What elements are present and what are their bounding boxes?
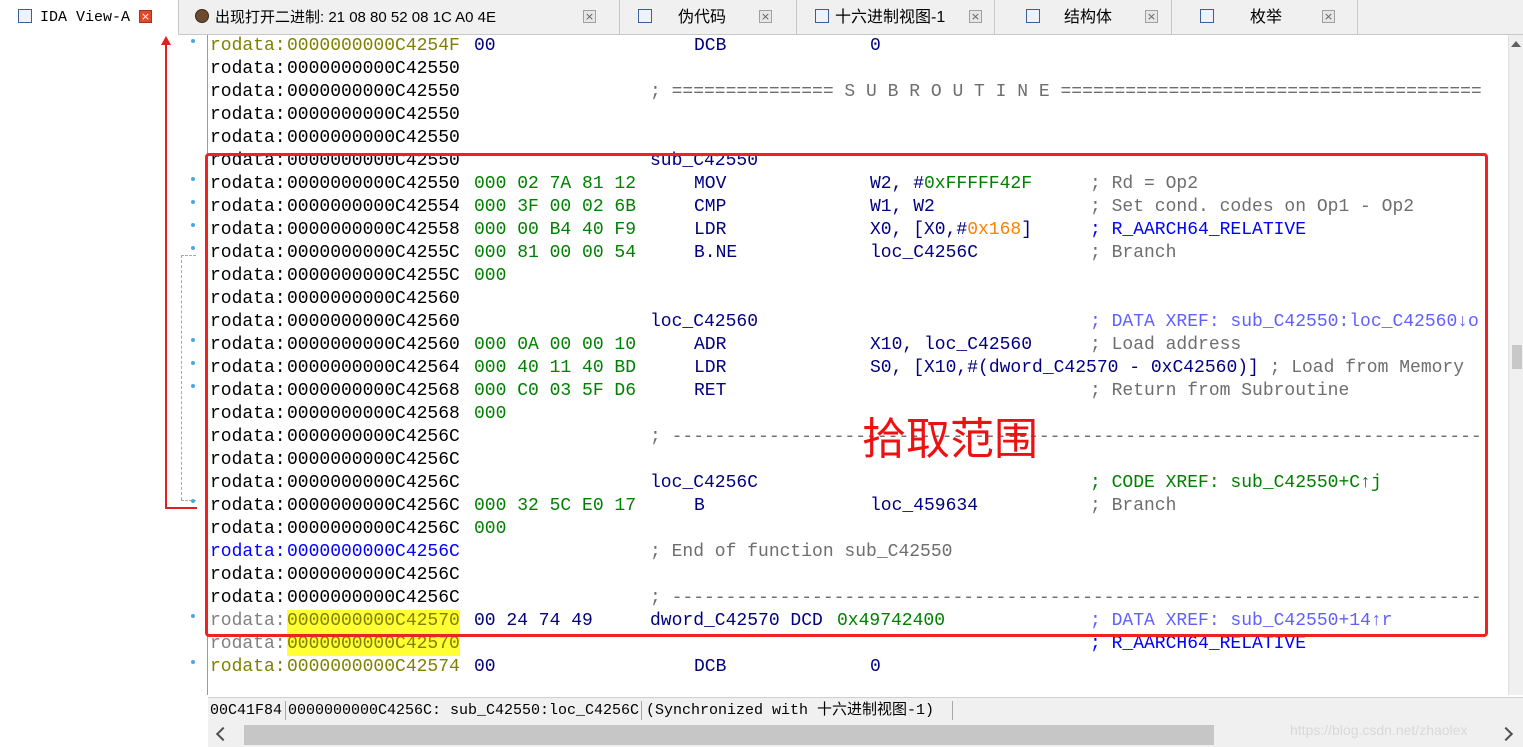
vertical-scrollbar[interactable] xyxy=(1508,35,1523,695)
line-marker-dot xyxy=(191,361,195,365)
selection-highlight-box xyxy=(205,153,1488,637)
tab-enums[interactable]: 枚举 × xyxy=(1182,0,1358,34)
close-icon[interactable]: × xyxy=(1145,10,1158,23)
red-jump-arrow xyxy=(165,507,197,509)
close-icon[interactable]: × xyxy=(1322,10,1335,23)
tab-label: 出现打开二进制: 21 08 80 52 08 1C A0 4E xyxy=(215,9,496,26)
disassembly-view-icon xyxy=(18,9,32,23)
flow-arrow-line xyxy=(181,255,182,500)
close-icon[interactable]: × xyxy=(583,10,596,23)
close-icon[interactable]: × xyxy=(969,10,982,23)
tab-ida-view-a[interactable]: IDA View-A × xyxy=(0,0,179,35)
tab-hex-search[interactable]: 出现打开二进制: 21 08 80 52 08 1C A0 4E × xyxy=(179,0,620,34)
pseudocode-icon xyxy=(638,9,652,23)
line-marker-dot xyxy=(191,200,195,204)
arrow-head-icon xyxy=(161,36,171,45)
tab-pseudocode[interactable]: 伪代码 × xyxy=(620,0,797,34)
line-marker-dot xyxy=(191,177,195,181)
hex-view-icon xyxy=(815,9,829,23)
status-bar: 00C41F84 0000000000C4256C: sub_C42550:lo… xyxy=(208,697,1523,723)
status-location: 0000000000C4256C: sub_C42550:loc_C4256C xyxy=(288,702,640,719)
segment-name: rodata: xyxy=(210,105,286,125)
tab-structures[interactable]: 结构体 × xyxy=(1008,0,1172,34)
arrows-pane xyxy=(0,35,208,695)
line-marker-dot xyxy=(191,338,195,342)
scrollbar-thumb[interactable] xyxy=(1512,345,1522,369)
status-separator xyxy=(641,701,642,720)
close-icon[interactable]: × xyxy=(759,10,772,23)
mnemonic: DCB xyxy=(694,36,727,56)
tab-label: 十六进制视图-1 xyxy=(835,9,946,26)
address: 0000000000C4254F xyxy=(287,36,460,56)
line-marker-dot xyxy=(191,246,195,250)
scroll-left-icon[interactable] xyxy=(215,726,231,742)
status-offset: 00C41F84 xyxy=(210,702,283,719)
scrollbar-thumb[interactable] xyxy=(244,725,1214,745)
operands: 0 xyxy=(870,657,881,677)
line-marker-dot xyxy=(191,614,195,618)
mnemonic: DCB xyxy=(694,657,727,677)
segment-name: rodata: xyxy=(210,657,286,677)
address: 0000000000C42550 xyxy=(287,128,460,148)
structures-icon xyxy=(1026,9,1040,23)
user-avatar-icon xyxy=(195,9,209,23)
tab-bar: IDA View-A × 出现打开二进制: 21 08 80 52 08 1C … xyxy=(0,0,1523,35)
opcode-bytes: 00 xyxy=(474,657,496,677)
tab-hex-view-1[interactable]: 十六进制视图-1 × xyxy=(797,0,995,34)
opcode-bytes: 00 xyxy=(474,36,496,56)
line-marker-dot xyxy=(191,660,195,664)
enums-icon xyxy=(1200,9,1214,23)
status-separator xyxy=(285,701,286,720)
segment-name: rodata: xyxy=(210,82,286,102)
segment-name: rodata: xyxy=(210,36,286,56)
red-jump-arrow xyxy=(165,44,167,509)
address: 0000000000C42550 xyxy=(287,105,460,125)
comment: ; =============== S U B R O U T I N E ==… xyxy=(650,82,1482,102)
operands: 0 xyxy=(870,36,881,56)
segment-name: rodata: xyxy=(210,59,286,79)
tab-label: 枚举 xyxy=(1250,9,1283,26)
scroll-up-icon[interactable] xyxy=(1511,41,1521,47)
address: 0000000000C42550 xyxy=(287,82,460,102)
segment-name: rodata: xyxy=(210,128,286,148)
annotation-text: 拾取范围 xyxy=(862,414,1038,465)
address: 0000000000C42550 xyxy=(287,59,460,79)
line-marker-dot xyxy=(191,39,195,43)
flow-arrow-line xyxy=(181,255,196,256)
tab-label: 伪代码 xyxy=(678,9,727,26)
tab-label: IDA View-A xyxy=(40,9,131,26)
address: 0000000000C42574 xyxy=(287,657,460,677)
line-marker-dot xyxy=(191,223,195,227)
status-separator xyxy=(952,701,953,720)
status-sync: (Synchronized with 十六进制视图-1) xyxy=(646,702,935,719)
close-icon[interactable]: × xyxy=(139,10,152,23)
line-marker-dot xyxy=(191,499,195,503)
scroll-right-icon[interactable] xyxy=(1498,726,1514,742)
line-marker-dot xyxy=(191,384,195,388)
watermark: https://blog.csdn.net/zhaolex xyxy=(1290,722,1468,738)
tab-label: 结构体 xyxy=(1064,9,1113,26)
